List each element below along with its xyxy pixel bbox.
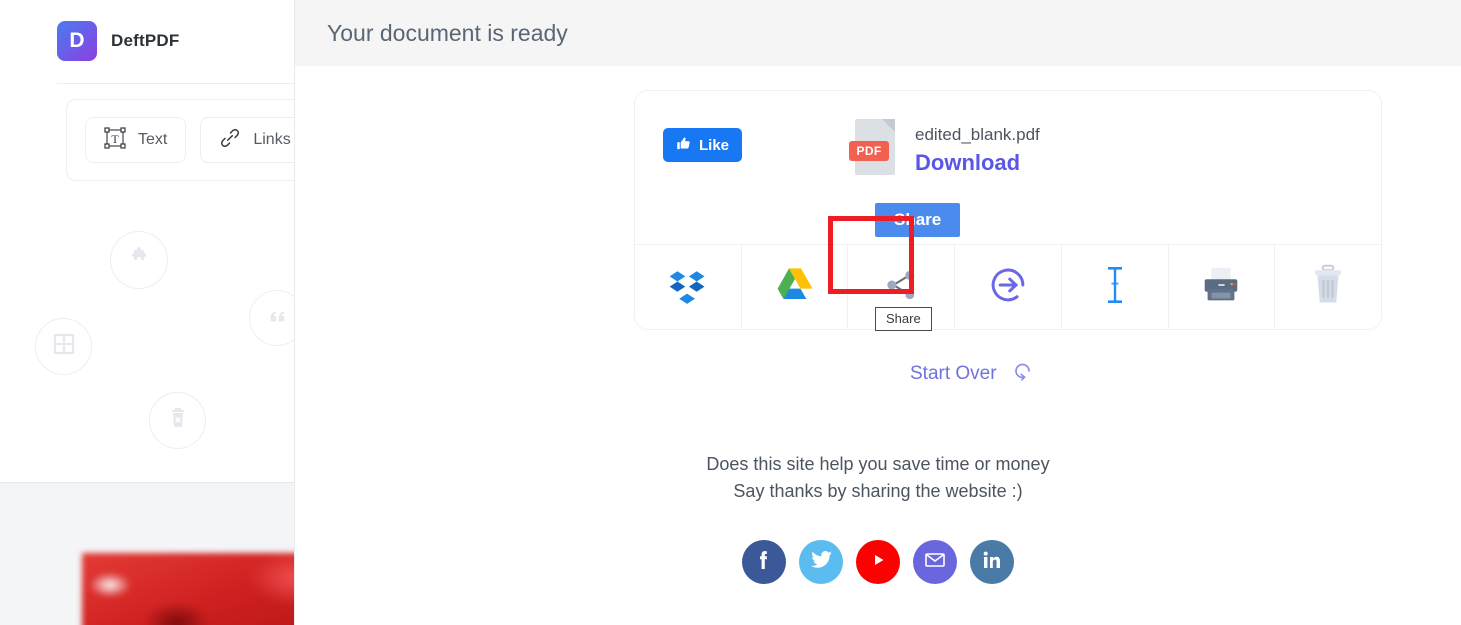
file-text-block: edited_blank.pdf Download — [915, 119, 1040, 176]
google-drive-icon — [774, 264, 816, 311]
facebook-share-button[interactable]: Share — [875, 203, 961, 237]
ghost-tool-puzzle[interactable] — [110, 231, 168, 289]
deftpdf-result-page: D DeftPDF T Text Links Your document is … — [0, 0, 1461, 625]
tool-label-links: Links — [253, 131, 291, 148]
email-icon — [923, 548, 947, 577]
deftpdf-logo-icon: D — [57, 21, 97, 61]
action-dropbox[interactable] — [635, 245, 742, 330]
main-content: Like PDF edited_blank.pdf Download Share — [295, 66, 1461, 625]
social-youtube[interactable] — [856, 540, 900, 584]
facebook-icon — [752, 548, 776, 577]
thanks-line-2: Say thanks by sharing the website :) — [733, 481, 1023, 501]
youtube-icon — [867, 549, 889, 576]
advertisement-panel[interactable] — [0, 482, 294, 625]
ghost-tool-table[interactable] — [35, 318, 92, 375]
delete-page-icon — [166, 406, 190, 435]
brand-logo-group[interactable]: D DeftPDF — [57, 21, 179, 61]
trash-icon — [1307, 262, 1349, 313]
thumbs-up-icon — [676, 136, 691, 155]
refresh-icon — [1011, 359, 1035, 388]
tool-label-text: Text — [138, 131, 168, 148]
download-link[interactable]: Download — [915, 150, 1020, 176]
twitter-icon — [809, 547, 834, 577]
result-card: Like PDF edited_blank.pdf Download Share — [634, 90, 1382, 330]
social-email[interactable] — [913, 540, 957, 584]
tool-button-text[interactable]: T Text — [85, 117, 187, 163]
continue-arrow-icon — [987, 264, 1029, 311]
pdf-file-icon: PDF — [849, 119, 901, 181]
advertisement-image[interactable] — [82, 553, 294, 625]
action-edit[interactable] — [1062, 245, 1169, 330]
card-top-section: Like PDF edited_blank.pdf Download Share — [635, 91, 1381, 243]
brand-name: DeftPDF — [111, 31, 180, 50]
linkedin-icon — [980, 548, 1004, 577]
svg-text:T: T — [111, 132, 119, 146]
file-info-row: PDF edited_blank.pdf Download — [849, 119, 1040, 181]
table-grid-icon — [52, 332, 76, 361]
ghost-tool-quote[interactable] — [249, 290, 294, 346]
dropbox-icon — [666, 263, 710, 312]
link-icon — [219, 127, 241, 154]
action-google-drive[interactable] — [742, 245, 849, 330]
page-header: Your document is ready — [295, 0, 1461, 66]
action-continue[interactable] — [955, 245, 1062, 330]
social-linkedin[interactable] — [970, 540, 1014, 584]
sidebar-divider — [57, 83, 294, 84]
quote-icon — [266, 305, 288, 332]
social-twitter[interactable] — [799, 540, 843, 584]
social-share-row — [295, 540, 1461, 584]
action-delete[interactable] — [1275, 245, 1381, 330]
sidebar: D DeftPDF T Text Links — [0, 0, 295, 625]
tool-button-links[interactable]: Links — [200, 117, 294, 163]
thanks-line-1: Does this site help you save time or mon… — [706, 454, 1050, 474]
like-button-label: Like — [699, 136, 730, 154]
file-name: edited_blank.pdf — [915, 125, 1040, 144]
start-over-label: Start Over — [910, 362, 997, 384]
toolbar-group: T Text Links — [66, 99, 294, 181]
action-icon-row — [635, 244, 1381, 330]
puzzle-piece-icon — [127, 246, 151, 275]
start-over-button[interactable]: Start Over — [910, 359, 1035, 388]
pdf-badge: PDF — [849, 141, 889, 161]
page-title: Your document is ready — [327, 19, 568, 46]
facebook-like-button[interactable]: Like — [663, 128, 743, 162]
printer-icon — [1198, 262, 1244, 313]
share-tooltip: Share — [875, 307, 932, 331]
action-print[interactable] — [1169, 245, 1276, 330]
edit-text-cursor-icon — [1098, 265, 1132, 310]
text-box-icon: T — [104, 126, 126, 154]
thanks-message: Does this site help you save time or mon… — [295, 451, 1461, 505]
ghost-tool-delete-page[interactable] — [149, 392, 206, 449]
social-facebook[interactable] — [742, 540, 786, 584]
share-icon — [881, 265, 921, 310]
